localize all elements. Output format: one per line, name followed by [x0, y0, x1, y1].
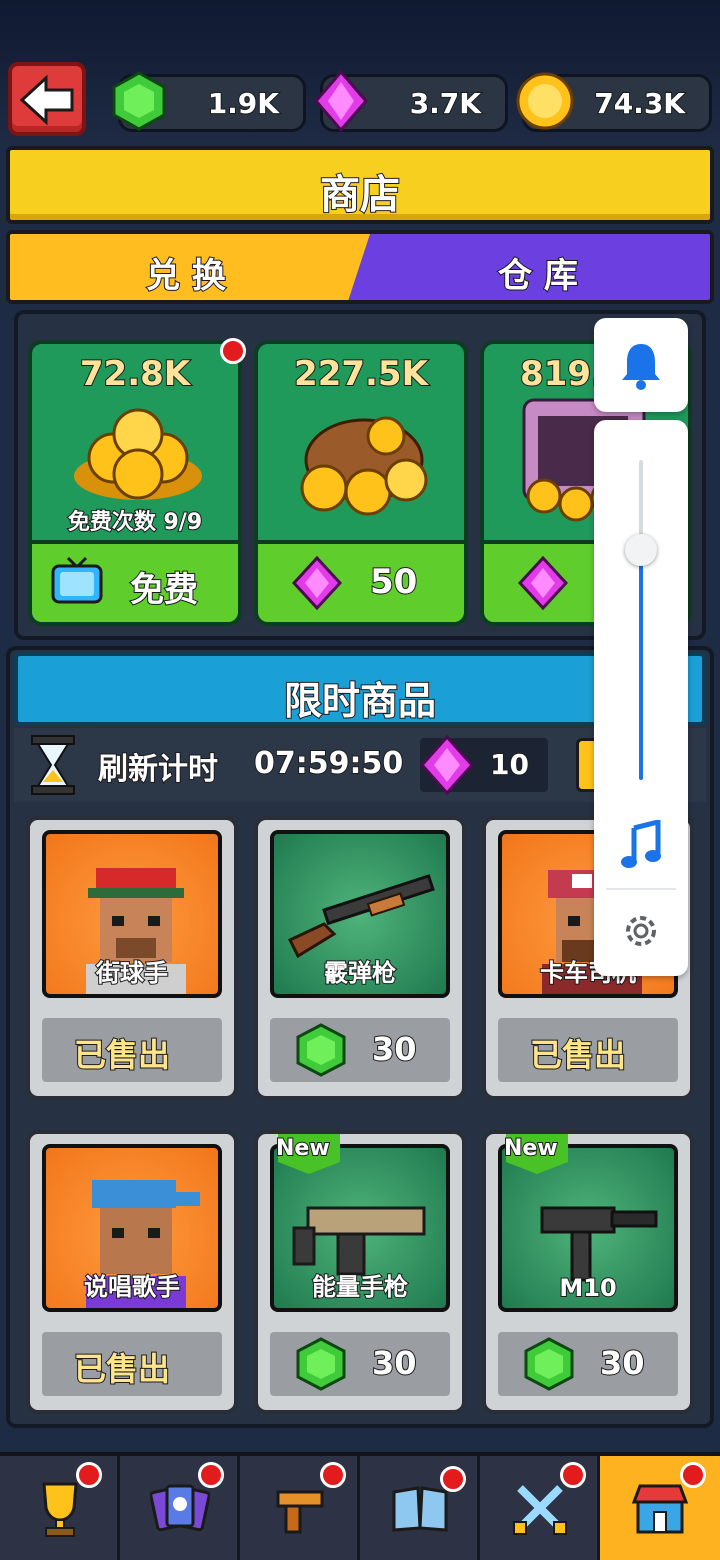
notification-dot [440, 1466, 466, 1492]
coin-pack-amount: 72.8K [79, 353, 191, 395]
sold-out-label: 已售出 [529, 1035, 627, 1075]
nav-shop[interactable] [600, 1456, 720, 1560]
shop-item-card[interactable]: 说唱歌手 已售出 [26, 1130, 238, 1414]
green-gem-value: 1.9K [207, 86, 280, 121]
volume-slider-thumb[interactable] [625, 533, 657, 566]
media-volume-button[interactable] [620, 818, 662, 870]
new-badge-label: New [275, 1135, 331, 1162]
free-label: 免费 [129, 569, 199, 611]
new-badge: New [275, 1134, 340, 1190]
green-gem-icon [296, 1023, 346, 1077]
sound-settings-button[interactable] [620, 910, 662, 952]
shop-icon [631, 1484, 689, 1534]
sold-out-label: 已售出 [73, 1035, 171, 1075]
new-badge-label: New [503, 1135, 559, 1162]
free-count: 免费次数 9/9 [67, 509, 203, 536]
back-button[interactable] [8, 62, 86, 136]
hourglass-icon [31, 735, 75, 795]
item-image: 说唱歌手 [42, 1144, 222, 1312]
sold-out-badge: 已售出 [498, 1018, 678, 1082]
buy-button[interactable]: 30 [270, 1332, 450, 1396]
price-value: 30 [599, 1343, 646, 1383]
item-name: 说唱歌手 [83, 1272, 181, 1302]
bell-icon [622, 344, 660, 390]
shop-title-bar: 商店 [6, 146, 714, 224]
gold-coin-value: 74.3K [593, 86, 686, 121]
coin-sack-icon [300, 416, 428, 516]
purple-gem-icon [314, 70, 368, 132]
nav-trophy[interactable] [0, 1456, 120, 1560]
item-name: 霰弹枪 [323, 958, 397, 988]
notification-dot [320, 1462, 346, 1488]
shop-item-card[interactable]: 街球手 已售出 [26, 816, 238, 1100]
swords-icon [513, 1485, 567, 1535]
new-badge: New [503, 1134, 568, 1190]
notification-dot [76, 1462, 102, 1488]
sold-out-label: 已售出 [73, 1349, 171, 1389]
buy-button[interactable]: 30 [498, 1332, 678, 1396]
refresh-timer: 07:59:50 [253, 745, 404, 782]
tab-exchange[interactable]: 兑 换 [10, 234, 370, 300]
gold-coin-icon [516, 72, 574, 130]
item-name: 能量手枪 [311, 1272, 409, 1302]
refresh-cost-box[interactable]: 10 [420, 734, 548, 796]
shop-title: 商店 [319, 171, 401, 219]
sold-out-badge: 已售出 [42, 1018, 222, 1082]
coin-pack-amount: 227.5K [293, 353, 429, 395]
nav-cards[interactable] [120, 1456, 240, 1560]
notification-dot [560, 1462, 586, 1488]
price-value: 50 [369, 561, 418, 603]
music-note-icon [621, 818, 661, 868]
trophy-icon [42, 1482, 78, 1537]
buy-button[interactable]: 30 [270, 1018, 450, 1082]
bottom-nav [0, 1452, 720, 1560]
green-gem-icon [296, 1337, 346, 1391]
item-name: M10 [558, 1273, 617, 1303]
price-value: 30 [371, 1343, 418, 1383]
purple-gem-icon [420, 734, 474, 796]
coin-pack-card[interactable]: 72.8K 免费次数 9/9 免费 [28, 340, 242, 626]
notification-dot [680, 1462, 706, 1488]
purple-gem-icon [518, 556, 568, 610]
cards-icon [150, 1484, 210, 1532]
back-arrow-icon [19, 74, 74, 126]
nav-battle[interactable] [480, 1456, 600, 1560]
coin-pile-icon [74, 408, 202, 500]
tab-exchange-label: 兑 换 [145, 255, 227, 297]
purple-gem-value: 3.7K [409, 86, 482, 121]
divider [606, 888, 676, 890]
notification-dot [198, 1462, 224, 1488]
shop-tabs: 兑 换 仓 库 [6, 230, 714, 304]
shop-item-card[interactable]: 霰弹枪 30 [254, 816, 466, 1100]
item-name: 街球手 [95, 958, 169, 988]
tv-ad-icon [51, 556, 103, 604]
free-claim-button[interactable]: 免费 [32, 540, 238, 622]
price-value: 30 [371, 1029, 418, 1069]
green-gem-icon [112, 71, 166, 131]
volume-fill [639, 549, 643, 780]
nav-weapons[interactable] [240, 1456, 360, 1560]
shotgun-icon [287, 874, 435, 959]
nav-book[interactable] [360, 1456, 480, 1560]
top-bar: 1.9K 3.7K 74.3K [0, 0, 720, 140]
refresh-cost: 10 [489, 747, 530, 782]
gear-icon [626, 916, 656, 946]
refresh-label: 刷新计时 [97, 751, 219, 788]
notification-toggle[interactable] [594, 318, 688, 412]
pistol-icon [276, 1490, 324, 1534]
item-image: 街球手 [42, 830, 222, 998]
notification-dot [220, 338, 246, 364]
buy-button[interactable]: 50 [258, 540, 464, 622]
volume-panel [594, 420, 688, 976]
tab-warehouse-label: 仓 库 [497, 255, 579, 297]
item-image: 霰弹枪 [270, 830, 450, 998]
purple-gem-icon [292, 556, 342, 610]
sold-out-badge: 已售出 [42, 1332, 222, 1396]
shop-item-card[interactable]: 能量手枪 New 30 [254, 1130, 466, 1414]
green-gem-icon [524, 1337, 574, 1391]
tab-warehouse[interactable]: 仓 库 [360, 234, 710, 300]
book-icon [392, 1486, 448, 1532]
shop-item-card[interactable]: M10 New 30 [482, 1130, 694, 1414]
coin-pack-card[interactable]: 227.5K 50 [254, 340, 468, 626]
